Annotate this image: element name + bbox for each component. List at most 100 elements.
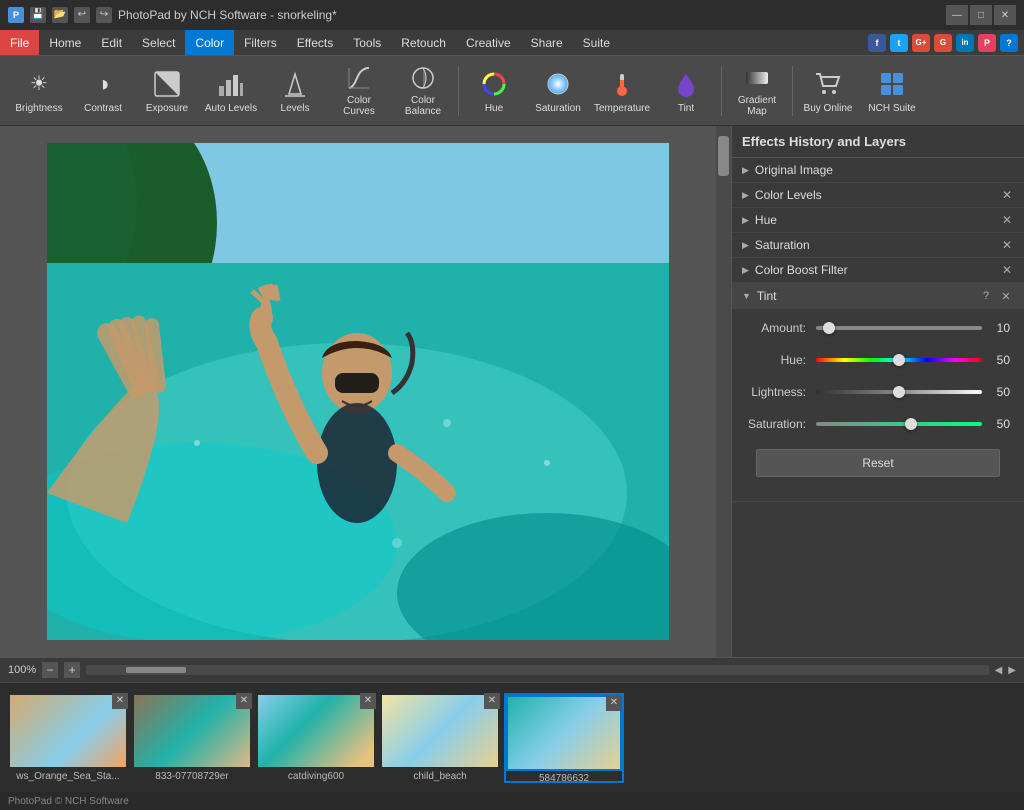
menu-filters[interactable]: Filters [234, 30, 287, 55]
expand-arrow-tint: ▼ [742, 291, 751, 301]
twitter-btn[interactable]: t [890, 34, 908, 52]
saturation-value: 50 [982, 417, 1010, 431]
menu-share[interactable]: Share [521, 30, 573, 55]
exposure-button[interactable]: Exposure [136, 61, 198, 121]
menu-home[interactable]: Home [39, 30, 91, 55]
tint-body: Amount: 10 Hue: 50 Lightness: [732, 309, 1024, 501]
saturation-slider-row: Saturation: 50 [746, 417, 1010, 431]
linkedin-btn[interactable]: in [956, 34, 974, 52]
facebook-btn[interactable]: f [868, 34, 886, 52]
help-btn[interactable]: ? [1000, 34, 1018, 52]
nchsuite-button[interactable]: NCH Suite [861, 61, 923, 121]
history-item-original[interactable]: ▶ Original Image [732, 158, 1024, 183]
tint-section: ▼ Tint ? ✕ Amount: 10 Hue: [732, 283, 1024, 502]
tint-header[interactable]: ▼ Tint ? ✕ [732, 283, 1024, 309]
saturation-close[interactable]: ✕ [1000, 238, 1014, 252]
colorbalance-label: Color Balance [396, 95, 450, 117]
google-btn[interactable]: G [934, 34, 952, 52]
toolbar-divider2 [721, 66, 722, 116]
saturation-thumb[interactable] [905, 418, 917, 430]
filmstrip-close-catdiving[interactable]: ✕ [360, 693, 376, 709]
exposure-label: Exposure [146, 103, 188, 114]
levels-button[interactable]: Levels [264, 61, 326, 121]
canvas-wrapper [0, 126, 716, 657]
history-item-colorboost[interactable]: ▶ Color Boost Filter ✕ [732, 258, 1024, 283]
temperature-label: Temperature [594, 103, 650, 114]
lightness-thumb[interactable] [893, 386, 905, 398]
autolevels-button[interactable]: Auto Levels [200, 61, 262, 121]
gradientmap-button[interactable]: Gradient Map [726, 61, 788, 121]
scroll-arrow-right[interactable]: ▶ [1008, 665, 1016, 676]
close-button[interactable]: ✕ [994, 5, 1016, 25]
open-icon[interactable]: 📂 [52, 7, 68, 23]
horizontal-scrollbar[interactable] [86, 665, 988, 675]
menu-select[interactable]: Select [132, 30, 185, 55]
filmstrip-thumb-ws-orange [10, 695, 126, 767]
temperature-button[interactable]: Temperature [591, 61, 653, 121]
brightness-button[interactable]: ☀ Brightness [8, 61, 70, 121]
menu-tools[interactable]: Tools [343, 30, 391, 55]
autolevels-icon [215, 68, 247, 100]
minimize-button[interactable]: — [946, 5, 968, 25]
menu-file[interactable]: File [0, 30, 39, 55]
menu-creative[interactable]: Creative [456, 30, 521, 55]
filmstrip-name-snorkel: 584786632 [506, 771, 622, 786]
history-item-hue[interactable]: ▶ Hue ✕ [732, 208, 1024, 233]
colorbalance-button[interactable]: Color Balance [392, 61, 454, 121]
amount-slider-row: Amount: 10 [746, 321, 1010, 335]
menu-retouch[interactable]: Retouch [391, 30, 456, 55]
hue-thumb[interactable] [893, 354, 905, 366]
gradientmap-label: Gradient Map [730, 95, 784, 117]
filmstrip-close-person[interactable]: ✕ [236, 693, 252, 709]
tint-header-buttons: ? ✕ [978, 288, 1014, 304]
menu-suite[interactable]: Suite [573, 30, 620, 55]
filmstrip-item-child-beach[interactable]: ✕ child_beach [380, 693, 500, 783]
filmstrip-thumb-wrap-person [132, 693, 252, 769]
toolbar: ☀ Brightness ◑ Contrast Exposure Auto Le… [0, 56, 1024, 126]
colorboost-close[interactable]: ✕ [1000, 263, 1014, 277]
history-item-colorlevels[interactable]: ▶ Color Levels ✕ [732, 183, 1024, 208]
history-item-saturation[interactable]: ▶ Saturation ✕ [732, 233, 1024, 258]
saturation-button[interactable]: Saturation [527, 61, 589, 121]
lightness-track[interactable] [816, 390, 982, 394]
maximize-button[interactable]: □ [970, 5, 992, 25]
tint-help-btn[interactable]: ? [978, 288, 994, 304]
tint-close-btn[interactable]: ✕ [998, 288, 1014, 304]
vertical-scroll-thumb[interactable] [718, 136, 729, 176]
zoom-in-button[interactable]: + [64, 662, 80, 678]
hue-track[interactable] [816, 358, 982, 362]
redo-icon[interactable]: ↪ [96, 7, 112, 23]
gplus-btn[interactable]: G+ [912, 34, 930, 52]
horizontal-scroll-thumb[interactable] [126, 667, 186, 673]
contrast-button[interactable]: ◑ Contrast [72, 61, 134, 121]
colorcurves-button[interactable]: Color Curves [328, 61, 390, 121]
scroll-arrow-left[interactable]: ◀ [995, 665, 1003, 676]
tint-button[interactable]: Tint [655, 61, 717, 121]
menu-edit[interactable]: Edit [91, 30, 132, 55]
filmstrip-close-snorkel[interactable]: ✕ [606, 695, 622, 711]
buyonline-button[interactable]: Buy Online [797, 61, 859, 121]
menu-color[interactable]: Color [185, 30, 234, 55]
original-image-label: Original Image [755, 163, 1014, 177]
filmstrip-item-snorkel[interactable]: ✕ 584786632 [504, 693, 624, 783]
pinterest-btn[interactable]: P [978, 34, 996, 52]
amount-track[interactable] [816, 326, 982, 330]
status-bar: 100% − + ◀ ▶ [0, 657, 1024, 682]
hue-button[interactable]: Hue [463, 61, 525, 121]
hue-close[interactable]: ✕ [1000, 213, 1014, 227]
filmstrip-item-ws-orange[interactable]: ✕ ws_Orange_Sea_Sta... [8, 693, 128, 783]
filmstrip-item-catdiving[interactable]: ✕ catdiving600 [256, 693, 376, 783]
saturation-track[interactable] [816, 422, 982, 426]
filmstrip-close-ws-orange[interactable]: ✕ [112, 693, 128, 709]
save-icon[interactable]: 💾 [30, 7, 46, 23]
amount-thumb[interactable] [823, 322, 835, 334]
vertical-scrollbar[interactable] [716, 126, 731, 657]
filmstrip-close-child-beach[interactable]: ✕ [484, 693, 500, 709]
zoom-out-button[interactable]: − [42, 662, 58, 678]
filmstrip-item-person[interactable]: ✕ 833-07708729er [132, 693, 252, 783]
undo-icon[interactable]: ↩ [74, 7, 90, 23]
menu-bar: File Home Edit Select Color Filters Effe… [0, 30, 1024, 56]
colorlevels-close[interactable]: ✕ [1000, 188, 1014, 202]
reset-button[interactable]: Reset [756, 449, 1000, 477]
menu-effects[interactable]: Effects [287, 30, 343, 55]
